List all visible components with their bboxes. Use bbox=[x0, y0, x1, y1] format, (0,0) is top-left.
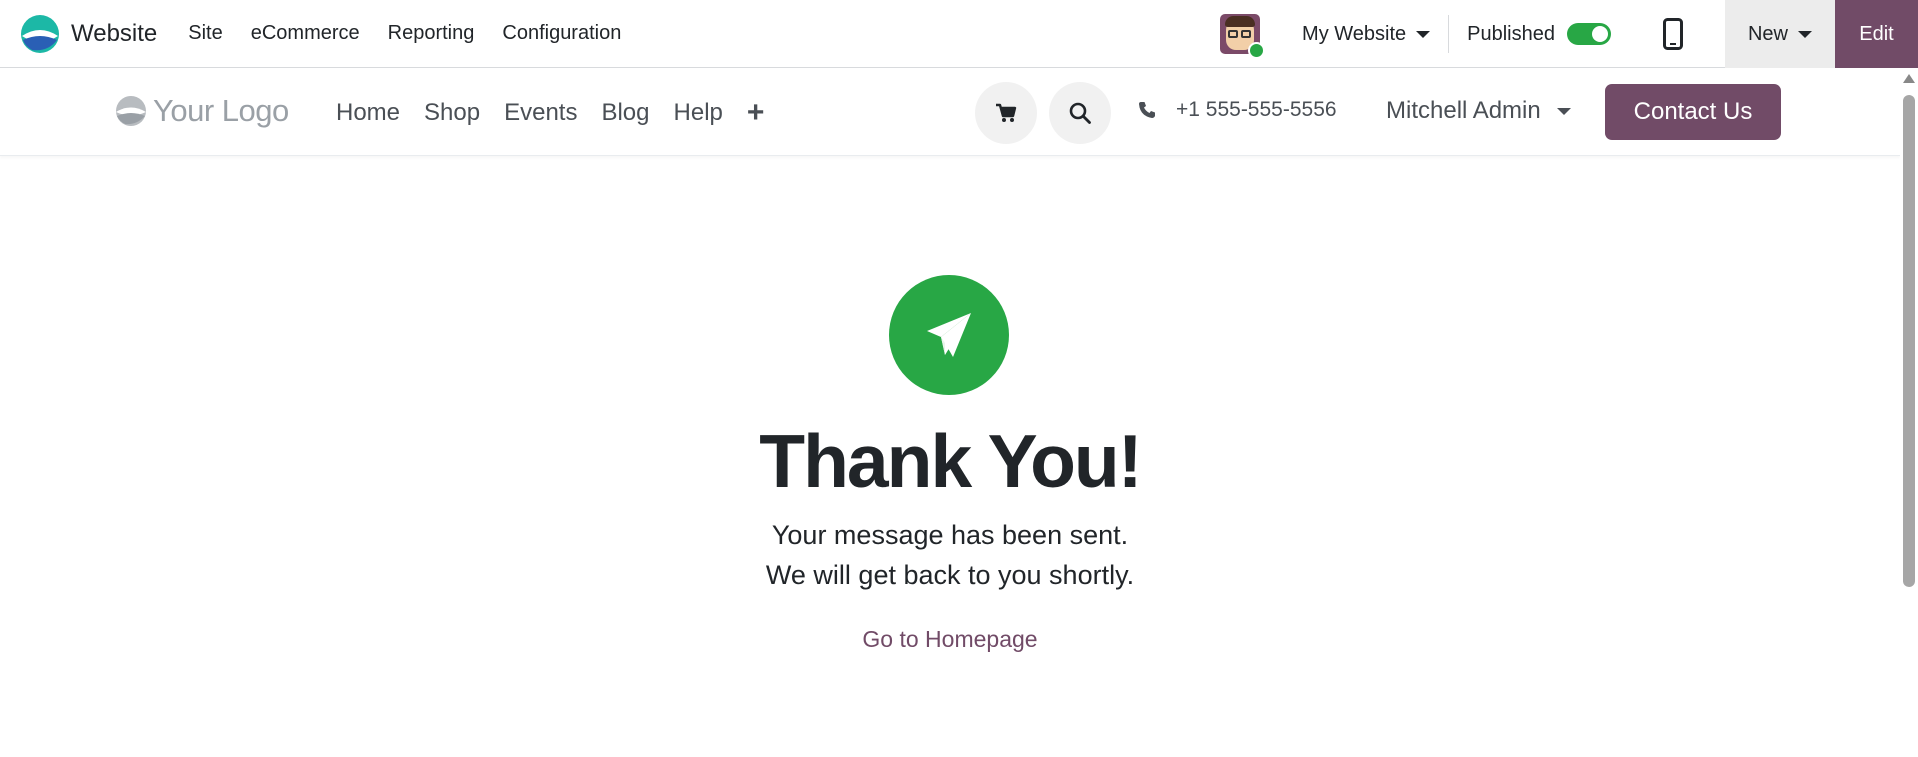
backend-navbar: Website Site eCommerce Reporting Configu… bbox=[0, 0, 1918, 68]
edit-button-label: Edit bbox=[1859, 22, 1894, 45]
nav-help[interactable]: Help bbox=[662, 99, 735, 127]
phone-number: +1 555-555-5556 bbox=[1176, 98, 1337, 121]
user-menu[interactable]: Mitchell Admin bbox=[1386, 97, 1571, 125]
user-avatar[interactable] bbox=[1220, 14, 1266, 59]
contact-us-label: Contact Us bbox=[1633, 98, 1753, 125]
nav-blog[interactable]: Blog bbox=[589, 99, 661, 127]
caret-down-icon bbox=[1798, 30, 1812, 38]
backend-menu: Site eCommerce Reporting Configuration bbox=[174, 22, 635, 45]
logo-text: Your Logo bbox=[153, 93, 289, 128]
phone-icon bbox=[1139, 102, 1155, 118]
avatar-glasses bbox=[1228, 30, 1239, 38]
website-switcher[interactable]: My Website bbox=[1302, 15, 1450, 53]
website-header: Your Logo Home Shop Events Blog Help + +… bbox=[0, 69, 1900, 156]
menu-configuration[interactable]: Configuration bbox=[488, 22, 635, 45]
search-icon bbox=[1069, 102, 1091, 124]
caret-down-icon bbox=[1556, 107, 1571, 115]
avatar-hair bbox=[1225, 16, 1256, 27]
published-label: Published bbox=[1467, 22, 1555, 45]
publish-control: Published bbox=[1467, 23, 1611, 46]
scroll-up-arrow-icon[interactable] bbox=[1903, 74, 1915, 83]
new-button-label: New bbox=[1747, 22, 1788, 45]
logo-mark-icon bbox=[116, 96, 146, 126]
mobile-preview-button[interactable] bbox=[1661, 16, 1685, 52]
scrollbar-thumb[interactable] bbox=[1903, 95, 1915, 587]
published-toggle[interactable] bbox=[1567, 23, 1611, 45]
app-brand[interactable]: Website bbox=[20, 14, 157, 54]
thank-you-section: Thank You! Your message has been sent. W… bbox=[0, 156, 1900, 757]
backend-navbar-right: My Website Published New Edit bbox=[1220, 0, 1918, 68]
page-title: Thank You! bbox=[759, 419, 1142, 503]
menu-site[interactable]: Site bbox=[174, 22, 236, 45]
new-content-button[interactable]: New bbox=[1725, 0, 1835, 68]
sent-icon-badge bbox=[889, 275, 1009, 395]
nav-events[interactable]: Events bbox=[492, 99, 589, 127]
cart-button[interactable] bbox=[975, 82, 1037, 144]
website-app-icon bbox=[21, 14, 59, 53]
phone-link[interactable]: +1 555-555-5556 bbox=[1138, 98, 1337, 122]
caret-down-icon bbox=[1416, 30, 1431, 38]
paper-plane-icon bbox=[927, 313, 971, 357]
menu-reporting[interactable]: Reporting bbox=[374, 22, 489, 45]
site-logo[interactable]: Your Logo bbox=[115, 93, 289, 129]
main-nav: Home Shop Events Blog Help + bbox=[324, 69, 776, 156]
homepage-link-row: Go to Homepage bbox=[0, 626, 1900, 653]
edit-button[interactable]: Edit bbox=[1835, 0, 1918, 68]
avatar-glasses bbox=[1241, 30, 1252, 38]
website-switcher-label: My Website bbox=[1302, 22, 1407, 45]
contact-us-button[interactable]: Contact Us bbox=[1605, 84, 1781, 140]
online-status-dot bbox=[1248, 42, 1266, 59]
search-button[interactable] bbox=[1049, 82, 1111, 144]
user-name: Mitchell Admin bbox=[1386, 97, 1541, 124]
nav-shop[interactable]: Shop bbox=[412, 99, 492, 127]
menu-ecommerce[interactable]: eCommerce bbox=[237, 22, 374, 45]
shopping-cart-icon bbox=[996, 103, 1017, 122]
mobile-phone-icon bbox=[1663, 18, 1683, 50]
nav-home[interactable]: Home bbox=[324, 99, 412, 127]
follow-up-message: We will get back to you shortly. bbox=[765, 560, 1135, 590]
add-menu-item-button[interactable]: + bbox=[735, 96, 777, 130]
confirmation-message: Your message has been sent. bbox=[771, 520, 1129, 550]
app-name: Website bbox=[71, 19, 158, 47]
go-to-homepage-link[interactable]: Go to Homepage bbox=[862, 626, 1037, 652]
